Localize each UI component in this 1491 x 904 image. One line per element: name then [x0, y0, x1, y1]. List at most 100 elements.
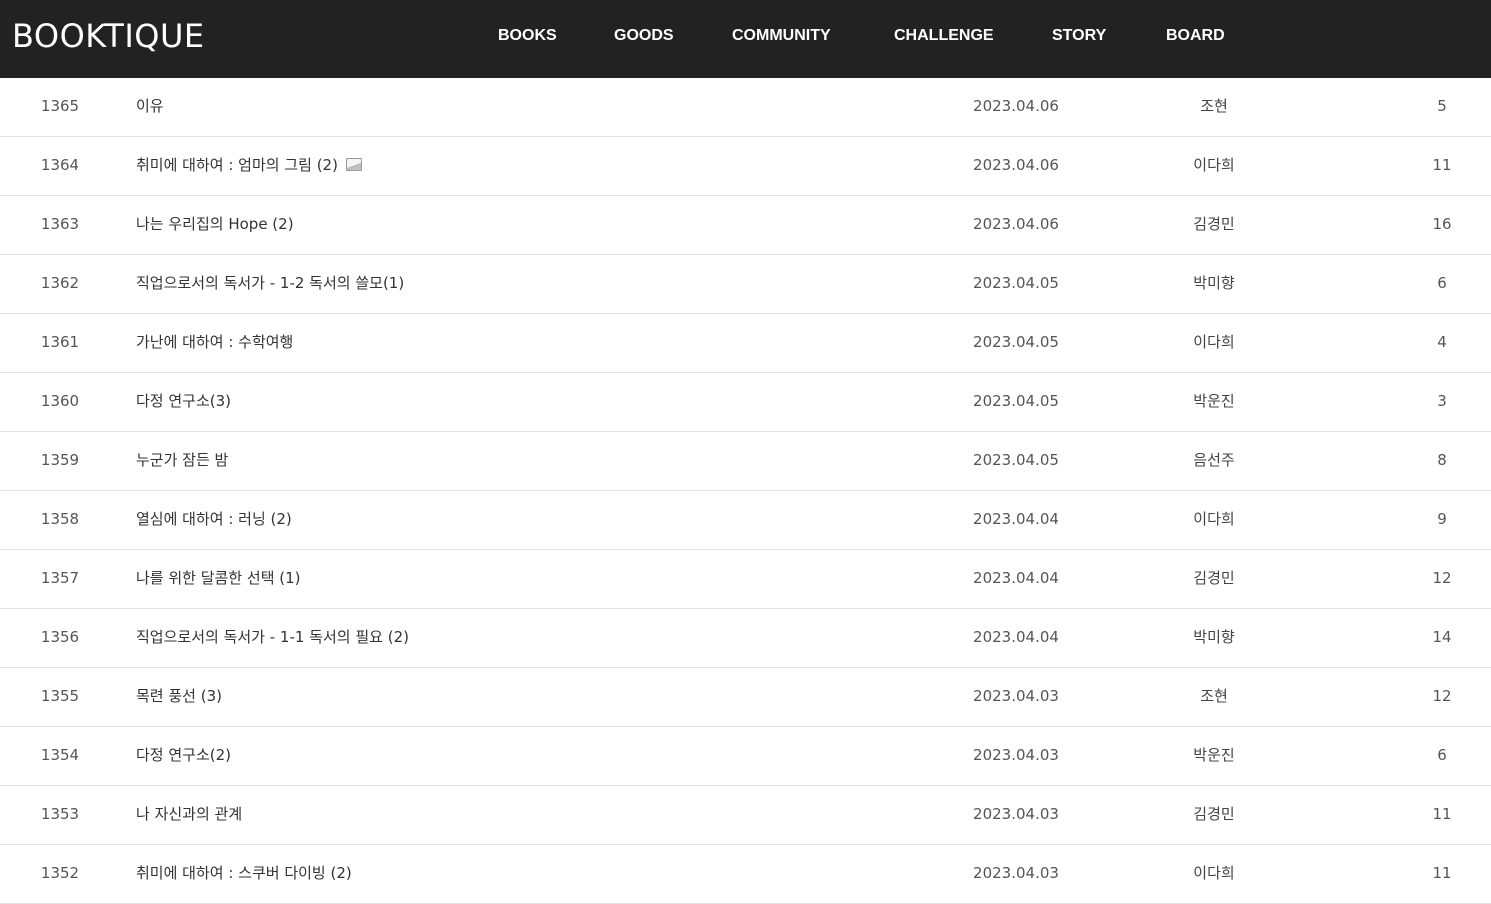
post-title-text[interactable]: 취미에 대하여 : 스쿠버 다이빙 (2): [136, 864, 352, 882]
post-title[interactable]: 다정 연구소(2): [136, 727, 231, 785]
post-row[interactable]: 1362 직업으로서의 독서가 - 1-2 독서의 쓸모(1) 2023.04.05…: [0, 255, 1491, 314]
post-row[interactable]: 1353 나 자신과의 관계 2023.04.03 김경민 11: [0, 786, 1491, 845]
post-title[interactable]: 누군가 잠든 밤: [136, 432, 228, 490]
post-date-text: 2023.04.03: [973, 746, 1059, 764]
post-author: 음선주: [1164, 432, 1264, 490]
post-number: 1361: [20, 314, 100, 372]
post-title-text[interactable]: 취미에 대하여 : 엄마의 그림 (2): [136, 156, 338, 174]
post-number: 1353: [20, 786, 100, 844]
post-date: 2023.04.03: [960, 668, 1072, 726]
post-views: 11: [1402, 786, 1482, 844]
post-number-text: 1360: [40, 392, 80, 410]
site-logo[interactable]: BOOKTIQUE: [12, 14, 205, 58]
post-date-text: 2023.04.04: [973, 569, 1059, 587]
post-date: 2023.04.03: [960, 786, 1072, 844]
post-author: 조현: [1164, 668, 1264, 726]
post-views: 11: [1402, 137, 1482, 195]
site-header: BOOKTIQUE BOOKS GOODS COMMUNITY CHALLENG…: [0, 0, 1491, 78]
post-title-text[interactable]: 목련 풍선 (3): [136, 687, 222, 705]
post-row[interactable]: 1364 취미에 대하여 : 엄마의 그림 (2) 2023.04.06 이다희 11: [0, 137, 1491, 196]
post-number: 1359: [20, 432, 100, 490]
post-title-text[interactable]: 누군가 잠든 밤: [136, 451, 228, 469]
post-number: 1360: [20, 373, 100, 431]
post-number: 1358: [20, 491, 100, 549]
nav-story[interactable]: STORY: [1052, 26, 1106, 46]
post-author: 김경민: [1164, 786, 1264, 844]
post-title-text[interactable]: 직업으로서의 독서가 - 1-1 독서의 필요 (2): [136, 628, 409, 646]
post-author-text: 음선주: [1193, 451, 1235, 469]
post-title-text[interactable]: 다정 연구소(2): [136, 746, 231, 764]
post-number: 1357: [20, 550, 100, 608]
post-number-text: 1353: [40, 805, 80, 823]
post-row[interactable]: 1357 나를 위한 달콤한 선택 (1) 2023.04.04 김경민 12: [0, 550, 1491, 609]
post-views-text: 16: [1432, 215, 1452, 233]
post-row[interactable]: 1361 가난에 대하여 : 수학여행 2023.04.05 이다희 4: [0, 314, 1491, 373]
post-title-text[interactable]: 나는 우리집의 Hope (2): [136, 215, 294, 233]
post-views-text: 6: [1437, 746, 1447, 764]
post-author: 박운진: [1164, 373, 1264, 431]
post-title-text[interactable]: 나 자신과의 관계: [136, 805, 242, 823]
post-date-text: 2023.04.04: [973, 510, 1059, 528]
post-title-text[interactable]: 이유: [136, 97, 164, 115]
post-title[interactable]: 나를 위한 달콤한 선택 (1): [136, 550, 301, 608]
post-title[interactable]: 취미에 대하여 : 엄마의 그림 (2): [136, 137, 362, 195]
post-date-text: 2023.04.06: [973, 156, 1059, 174]
post-author-text: 이다희: [1193, 510, 1235, 528]
post-views: 9: [1402, 491, 1482, 549]
post-author: 김경민: [1164, 196, 1264, 254]
post-row[interactable]: 1360 다정 연구소(3) 2023.04.05 박운진 3: [0, 373, 1491, 432]
post-row[interactable]: 1359 누군가 잠든 밤 2023.04.05 음선주 8: [0, 432, 1491, 491]
post-row[interactable]: 1365 이유 2023.04.06 조현 5: [0, 78, 1491, 137]
nav-board[interactable]: BOARD: [1166, 26, 1225, 46]
post-row[interactable]: 1355 목련 풍선 (3) 2023.04.03 조현 12: [0, 668, 1491, 727]
post-title[interactable]: 직업으로서의 독서가 - 1-1 독서의 필요 (2): [136, 609, 409, 667]
post-row[interactable]: 1354 다정 연구소(2) 2023.04.03 박운진 6: [0, 727, 1491, 786]
post-date: 2023.04.06: [960, 78, 1072, 136]
post-title-text[interactable]: 직업으로서의 독서가 - 1-2 독서의 쓸모(1): [136, 274, 404, 292]
post-author: 이다희: [1164, 137, 1264, 195]
post-title[interactable]: 나는 우리집의 Hope (2): [136, 196, 294, 254]
post-views-text: 6: [1437, 274, 1447, 292]
post-date: 2023.04.04: [960, 491, 1072, 549]
post-title-text[interactable]: 다정 연구소(3): [136, 392, 231, 410]
post-author-text: 이다희: [1193, 864, 1235, 882]
post-number-text: 1358: [40, 510, 80, 528]
post-title[interactable]: 다정 연구소(3): [136, 373, 231, 431]
post-row[interactable]: 1356 직업으로서의 독서가 - 1-1 독서의 필요 (2) 2023.04.0…: [0, 609, 1491, 668]
post-author-text: 박운진: [1193, 392, 1235, 410]
post-views-text: 8: [1437, 451, 1447, 469]
post-title[interactable]: 나 자신과의 관계: [136, 786, 242, 844]
post-views: 3: [1402, 373, 1482, 431]
post-title-text[interactable]: 가난에 대하여 : 수학여행: [136, 333, 293, 351]
post-views: 6: [1402, 727, 1482, 785]
nav-books[interactable]: BOOKS: [498, 26, 557, 46]
post-title[interactable]: 이유: [136, 78, 164, 136]
post-row[interactable]: 1352 취미에 대하여 : 스쿠버 다이빙 (2) 2023.04.03 이다희 11: [0, 845, 1491, 904]
post-title[interactable]: 직업으로서의 독서가 - 1-2 독서의 쓸모(1): [136, 255, 404, 313]
post-title[interactable]: 목련 풍선 (3): [136, 668, 222, 726]
post-number: 1365: [20, 78, 100, 136]
post-views-text: 9: [1437, 510, 1447, 528]
post-author: 박운진: [1164, 727, 1264, 785]
post-number: 1352: [20, 845, 100, 903]
nav-goods[interactable]: GOODS: [614, 26, 674, 46]
post-title[interactable]: 취미에 대하여 : 스쿠버 다이빙 (2): [136, 845, 352, 903]
post-views: 4: [1402, 314, 1482, 372]
post-author: 이다희: [1164, 491, 1264, 549]
post-number: 1354: [20, 727, 100, 785]
nav-community[interactable]: COMMUNITY: [732, 26, 831, 46]
post-author: 박미향: [1164, 255, 1264, 313]
post-views-text: 11: [1432, 156, 1452, 174]
post-row[interactable]: 1363 나는 우리집의 Hope (2) 2023.04.06 김경민 16: [0, 196, 1491, 255]
post-views: 16: [1402, 196, 1482, 254]
post-row[interactable]: 1358 열심에 대하여 : 러닝 (2) 2023.04.04 이다희 9: [0, 491, 1491, 550]
post-title[interactable]: 가난에 대하여 : 수학여행: [136, 314, 293, 372]
post-date-text: 2023.04.05: [973, 451, 1059, 469]
post-views-text: 3: [1437, 392, 1447, 410]
post-title-text[interactable]: 나를 위한 달콤한 선택 (1): [136, 569, 301, 587]
post-author-text: 김경민: [1193, 569, 1235, 587]
post-title[interactable]: 열심에 대하여 : 러닝 (2): [136, 491, 292, 549]
post-title-text[interactable]: 열심에 대하여 : 러닝 (2): [136, 510, 292, 528]
post-date-text: 2023.04.03: [973, 687, 1059, 705]
nav-challenge[interactable]: CHALLENGE: [894, 26, 994, 46]
